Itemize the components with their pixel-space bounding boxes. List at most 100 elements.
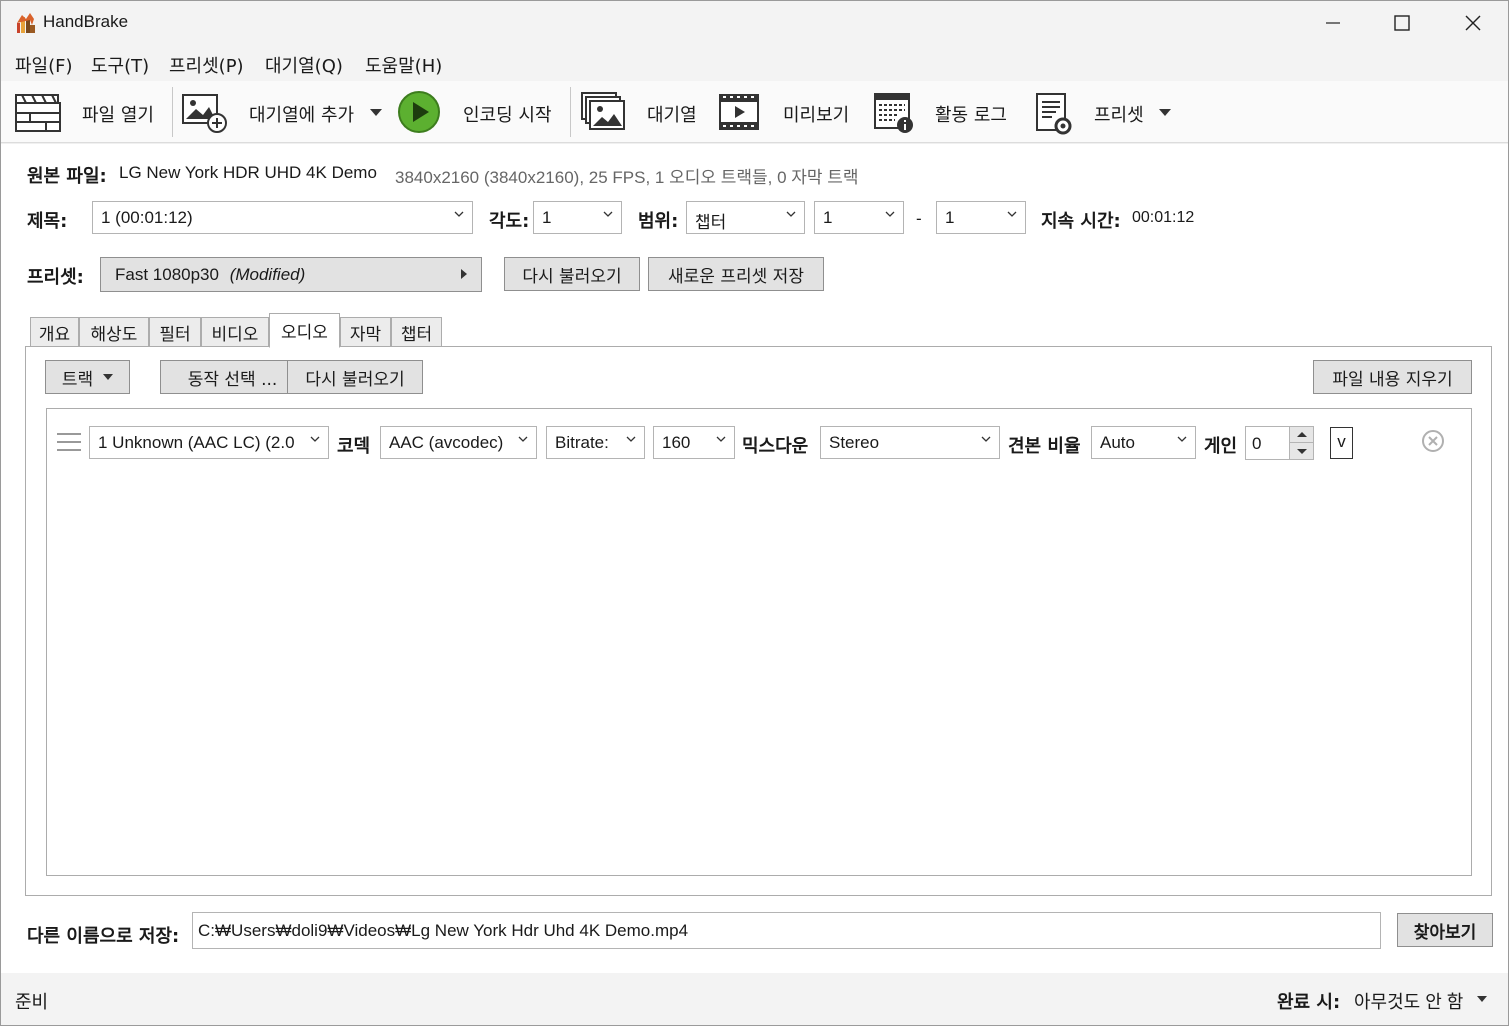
clear-tracks-button[interactable]: 파일 내용 지우기: [1313, 360, 1472, 394]
tab-subtitles[interactable]: 자막: [340, 317, 391, 347]
codec-value: AAC (avcodec): [389, 433, 504, 452]
gain-label: 게인: [1204, 436, 1238, 457]
queue-icon[interactable]: [580, 91, 628, 133]
mixdown-value: Stereo: [829, 433, 880, 452]
presets-icon[interactable]: [1034, 91, 1074, 137]
range-label: 범위:: [638, 211, 679, 232]
preset-selector[interactable]: Fast 1080p30 (Modified): [100, 257, 482, 292]
start-encode-icon[interactable]: [397, 90, 441, 134]
tab-dimensions[interactable]: 해상도: [79, 317, 149, 347]
source-info: 3840x2160 (3840x2160), 25 FPS, 1 오디오 트랙들…: [395, 168, 859, 187]
tab-summary[interactable]: 개요: [30, 317, 79, 347]
title-bar: HandBrake: [1, 1, 1508, 45]
activity-log-icon[interactable]: [873, 91, 915, 135]
gain-stepper-buttons: [1289, 427, 1313, 459]
menu-help[interactable]: 도움말(H): [365, 52, 442, 78]
when-done-label: 완료 시:: [1277, 992, 1341, 1013]
mixdown-select[interactable]: Stereo: [820, 426, 1000, 459]
angle-select[interactable]: 1: [533, 201, 622, 234]
gain-value: 0: [1252, 434, 1262, 453]
add-to-queue-button[interactable]: 대기열에 추가: [249, 101, 354, 127]
source-label: 원본 파일:: [27, 166, 107, 187]
triangle-down-icon: [1296, 448, 1307, 454]
start-encode-button[interactable]: 인코딩 시작: [463, 101, 552, 127]
menu-presets[interactable]: 프리셋(P): [169, 52, 244, 78]
preview-icon[interactable]: [718, 91, 760, 133]
rate-mode-select[interactable]: Bitrate:: [546, 426, 645, 459]
range-dash: -: [916, 209, 922, 228]
chevron-right-icon: [461, 269, 467, 279]
chevron-down-icon: [885, 211, 895, 217]
drag-handle-icon[interactable]: [56, 432, 82, 452]
gain-stepper[interactable]: 0: [1245, 426, 1314, 460]
samplerate-value: Auto: [1100, 433, 1135, 452]
choose-behavior-button[interactable]: 동작 선택 ...: [160, 360, 305, 394]
range-type-value: 챕터: [695, 213, 727, 232]
toolbar: 파일 열기 대기열에 추가 인코딩 시작 대기열 미리보기 활동 로그 프리셋: [1, 81, 1508, 143]
queue-button[interactable]: 대기열: [647, 101, 697, 127]
samplerate-select[interactable]: Auto: [1091, 426, 1196, 459]
minimize-button[interactable]: [1298, 1, 1368, 45]
tracks-button-label: 트랙: [61, 369, 94, 390]
handbrake-logo-icon: [17, 13, 35, 33]
presets-button[interactable]: 프리셋: [1094, 101, 1144, 127]
reload-audio-button[interactable]: 다시 불러오기: [287, 360, 423, 394]
menu-file[interactable]: 파일(F): [15, 52, 73, 78]
track-source-select[interactable]: 1 Unknown (AAC LC) (2.0: [89, 426, 329, 459]
menu-tools[interactable]: 도구(T): [91, 52, 149, 78]
range-end-value: 1: [945, 208, 955, 227]
bitrate-select[interactable]: 160: [653, 426, 735, 459]
source-name: LG New York HDR UHD 4K Demo: [119, 163, 377, 182]
audio-track-list: [46, 408, 1472, 876]
samplerate-label: 견본 비율: [1008, 436, 1081, 457]
close-button[interactable]: [1438, 1, 1508, 45]
range-end-select[interactable]: 1: [936, 201, 1026, 234]
toolbar-separator: [172, 87, 173, 137]
minimize-icon: [1326, 22, 1340, 24]
browse-button[interactable]: 찾아보기: [1397, 913, 1493, 947]
tab-filters[interactable]: 필터: [149, 317, 201, 347]
save-new-preset-button[interactable]: 새로운 프리셋 저장: [648, 257, 824, 291]
chevron-down-icon: [518, 436, 528, 442]
activity-log-button[interactable]: 활동 로그: [935, 101, 1007, 127]
preset-label: 프리셋:: [27, 267, 84, 288]
open-source-icon[interactable]: [14, 91, 62, 133]
track-source-value: 1 Unknown (AAC LC) (2.0: [98, 433, 295, 452]
codec-select[interactable]: AAC (avcodec): [380, 426, 537, 459]
when-done-dropdown-icon[interactable]: [1476, 995, 1488, 1003]
title-select-value: 1 (00:01:12): [101, 208, 193, 227]
open-source-button[interactable]: 파일 열기: [82, 101, 154, 127]
rate-mode-value: Bitrate:: [555, 433, 609, 452]
maximize-button[interactable]: [1367, 1, 1437, 45]
destination-path-input[interactable]: C:₩Users₩doli9₩Videos₩Lg New York Hdr Uh…: [192, 912, 1381, 949]
tracks-button[interactable]: 트랙: [45, 360, 130, 394]
maximize-icon: [1394, 15, 1410, 31]
range-type-select[interactable]: 챕터: [686, 201, 805, 234]
increment-button[interactable]: [1290, 427, 1313, 443]
tab-chapters[interactable]: 챕터: [391, 317, 442, 347]
preset-name: Fast 1080p30: [115, 265, 219, 284]
add-to-queue-icon[interactable]: [181, 91, 229, 133]
when-done-value[interactable]: 아무것도 안 함: [1354, 988, 1463, 1014]
angle-select-value: 1: [542, 208, 552, 227]
tab-video[interactable]: 비디오: [201, 317, 269, 347]
tab-audio[interactable]: 오디오: [269, 313, 340, 348]
preview-button[interactable]: 미리보기: [783, 101, 849, 127]
presets-dropdown-icon[interactable]: [1159, 109, 1171, 116]
range-start-value: 1: [823, 208, 833, 227]
range-start-select[interactable]: 1: [814, 201, 904, 234]
triangle-up-icon: [1296, 432, 1307, 437]
toolbar-separator: [570, 87, 571, 137]
chevron-down-icon: [310, 436, 320, 442]
mixdown-label: 믹스다운: [742, 436, 809, 457]
reload-preset-button[interactable]: 다시 불러오기: [504, 257, 640, 291]
decrement-button[interactable]: [1290, 443, 1313, 459]
chevron-down-icon: [981, 436, 991, 442]
bitrate-value: 160: [662, 433, 691, 452]
add-to-queue-dropdown-icon[interactable]: [370, 109, 382, 116]
expand-track-button[interactable]: v: [1330, 427, 1353, 459]
remove-track-icon[interactable]: [1421, 429, 1445, 453]
menu-queue[interactable]: 대기열(Q): [265, 52, 343, 78]
title-select[interactable]: 1 (00:01:12): [92, 201, 473, 234]
chevron-down-icon: [786, 211, 796, 217]
